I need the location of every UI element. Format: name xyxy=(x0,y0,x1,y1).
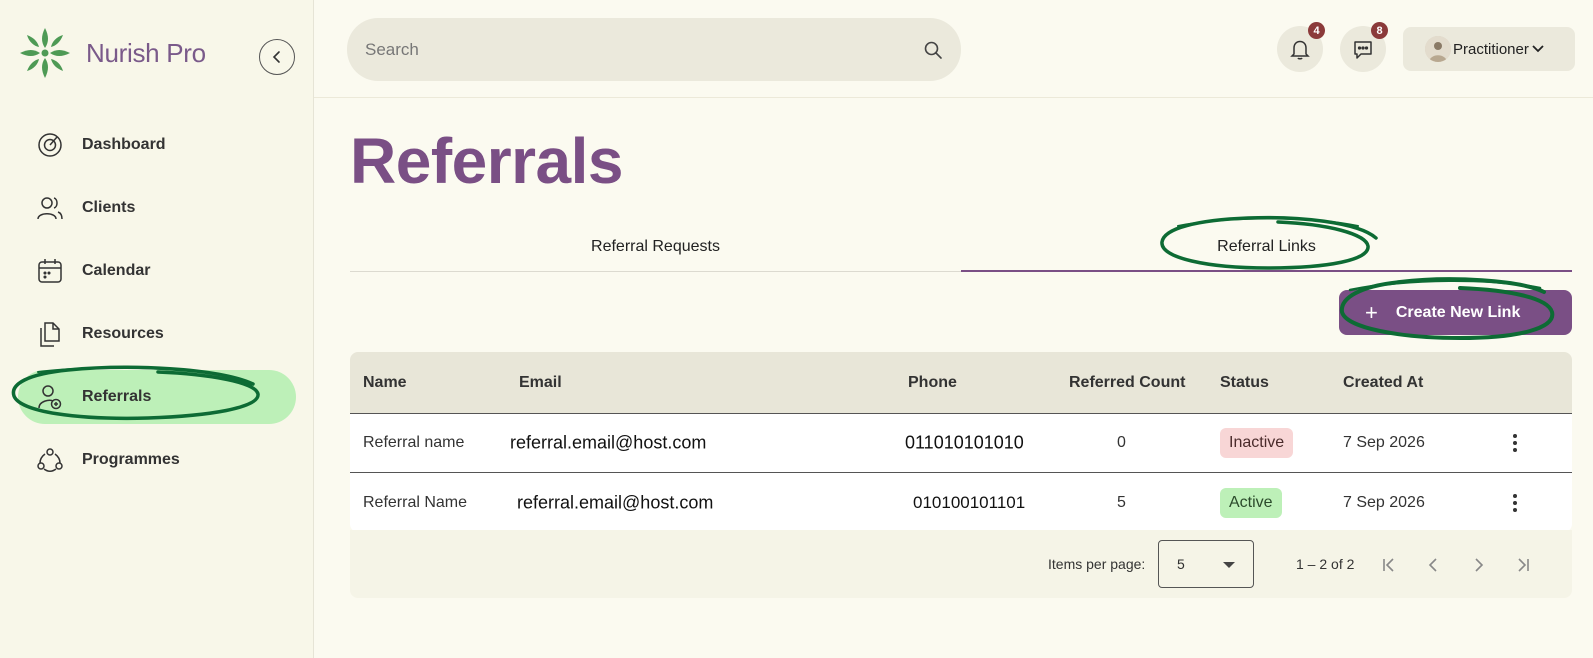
search-input[interactable] xyxy=(365,39,923,60)
paginator: Items per page: 5 1 – 2 of 2 xyxy=(350,530,1572,598)
referral-links-table: Name Email Phone Referred Count Status C… xyxy=(350,352,1572,532)
cell-referred-count: 5 xyxy=(1117,493,1126,511)
notifications-button[interactable]: 4 xyxy=(1277,22,1325,72)
collapse-sidebar-button[interactable] xyxy=(259,39,295,75)
messages-button[interactable]: 8 xyxy=(1340,22,1388,72)
users-icon xyxy=(36,194,64,222)
dropdown-caret-icon xyxy=(1223,562,1235,568)
chevron-down-icon xyxy=(1532,45,1544,53)
status-badge: Active xyxy=(1220,487,1282,518)
messages-badge: 8 xyxy=(1371,22,1388,39)
chevron-left-icon xyxy=(272,51,280,63)
notifications-badge: 4 xyxy=(1308,22,1325,39)
sidebar-item-calendar[interactable]: Calendar xyxy=(18,244,296,298)
create-new-link-button[interactable]: + Create New Link xyxy=(1339,290,1572,335)
search-bar xyxy=(347,18,961,81)
cell-created-at: 7 Sep 2026 xyxy=(1343,493,1425,511)
tab-bar: Referral Requests Referral Links xyxy=(350,222,1572,272)
last-page-icon xyxy=(1518,558,1529,572)
first-page-icon xyxy=(1383,558,1394,572)
column-header-phone[interactable]: Phone xyxy=(908,374,957,392)
items-per-page-label: Items per page: xyxy=(1048,556,1146,572)
last-page-button[interactable] xyxy=(1507,549,1539,581)
user-menu[interactable]: Practitioner xyxy=(1403,27,1575,71)
plus-icon: + xyxy=(1365,299,1378,325)
search-icon[interactable] xyxy=(923,40,943,60)
tab-referral-links[interactable]: Referral Links xyxy=(961,222,1572,272)
chevron-right-icon xyxy=(1475,558,1484,572)
avatar xyxy=(1425,36,1451,62)
sidebar: Nurish Pro Dashboard Clients Calendar Re… xyxy=(0,0,314,658)
cell-created-at: 7 Sep 2026 xyxy=(1343,434,1425,451)
sidebar-item-label: Dashboard xyxy=(82,136,166,153)
previous-page-button[interactable] xyxy=(1418,549,1450,581)
cell-referred-count: 0 xyxy=(1117,434,1126,451)
app-name: Nurish Pro xyxy=(86,37,206,68)
column-header-referred-count[interactable]: Referred Count xyxy=(1069,374,1185,392)
bell-icon xyxy=(1290,40,1310,60)
sidebar-item-clients[interactable]: Clients xyxy=(18,181,296,235)
sidebar-nav: Dashboard Clients Calendar Resources Ref… xyxy=(18,118,296,496)
network-icon xyxy=(36,446,64,474)
column-header-email[interactable]: Email xyxy=(519,374,562,392)
top-header: 4 8 Practitioner xyxy=(314,0,1593,98)
sidebar-item-dashboard[interactable]: Dashboard xyxy=(18,118,296,172)
first-page-button[interactable] xyxy=(1373,549,1405,581)
page-title: Referrals xyxy=(350,125,624,197)
tab-referral-requests[interactable]: Referral Requests xyxy=(350,222,961,271)
sidebar-item-label: Referrals xyxy=(82,388,152,405)
documents-icon xyxy=(36,320,64,348)
cell-phone: 011010101010 xyxy=(905,432,1024,453)
table-row[interactable]: Referral name referral.email@host.com 01… xyxy=(350,414,1572,473)
sidebar-item-label: Clients xyxy=(82,199,136,216)
cell-email: referral.email@host.com xyxy=(510,432,707,453)
next-page-button[interactable] xyxy=(1462,549,1494,581)
cell-name: Referral Name xyxy=(363,493,468,511)
sidebar-item-resources[interactable]: Resources xyxy=(18,307,296,361)
row-actions-menu-icon[interactable] xyxy=(1505,428,1525,458)
column-header-name[interactable]: Name xyxy=(363,374,407,392)
sidebar-item-label: Programmes xyxy=(82,451,180,468)
page-size-select[interactable]: 5 xyxy=(1158,540,1254,588)
table-header: Name Email Phone Referred Count Status C… xyxy=(350,352,1572,414)
sidebar-item-referrals[interactable]: Referrals xyxy=(18,370,296,424)
column-header-created-at[interactable]: Created At xyxy=(1343,374,1423,392)
cell-email: referral.email@host.com xyxy=(517,492,714,512)
status-badge: Inactive xyxy=(1220,428,1294,458)
table-row[interactable]: Referral Name referral.email@host.com 01… xyxy=(350,473,1572,532)
app-logo[interactable]: Nurish Pro xyxy=(16,24,206,82)
row-actions-menu-icon[interactable] xyxy=(1505,488,1525,518)
cell-name: Referral name xyxy=(363,434,465,451)
user-name: Practitioner xyxy=(1453,40,1529,58)
calendar-icon xyxy=(36,257,64,285)
dashboard-icon xyxy=(36,131,64,159)
page-size-value: 5 xyxy=(1177,556,1185,572)
nurish-logo-icon xyxy=(20,28,70,78)
page-range-label: 1 – 2 of 2 xyxy=(1296,556,1355,572)
column-header-status[interactable]: Status xyxy=(1220,374,1269,392)
create-new-link-label: Create New Link xyxy=(1395,303,1521,321)
sidebar-item-label: Resources xyxy=(82,325,164,342)
sidebar-item-programmes[interactable]: Programmes xyxy=(18,433,296,487)
user-add-icon xyxy=(36,383,64,411)
chat-icon xyxy=(1354,41,1372,59)
chevron-left-icon xyxy=(1428,558,1437,572)
sidebar-item-label: Calendar xyxy=(82,262,151,279)
cell-phone: 010100101101 xyxy=(913,492,1026,512)
